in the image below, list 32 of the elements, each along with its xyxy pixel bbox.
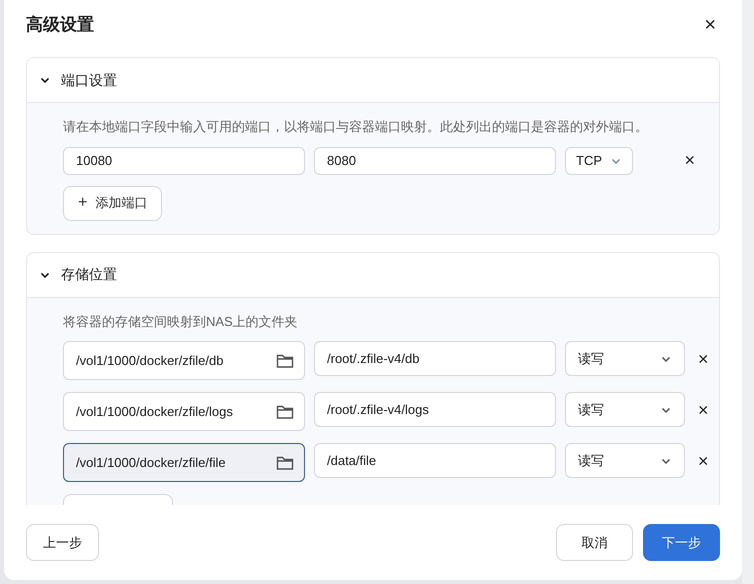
section-header[interactable]: 端口设置 [27, 58, 719, 103]
protocol-select[interactable]: TCP [565, 146, 633, 174]
description-text: 请在本地端口字段中输入可用的端口，以将端口与容器端口映射。此处列出的端口是容器的对外端口。 [63, 118, 649, 136]
container-path-field[interactable]: /root/.zfile-v4/logs [314, 392, 556, 427]
host-path-field[interactable]: /vol1/1000/docker/zfile/file [63, 443, 305, 482]
add-port-button[interactable]: + 添加端口 [63, 186, 162, 220]
host-path-field[interactable]: /vol1/1000/docker/zfile/logs [63, 392, 305, 431]
remove-button[interactable]: × [694, 452, 713, 470]
remove-button[interactable]: × [694, 401, 713, 419]
folder-icon[interactable] [276, 352, 294, 368]
mode-select[interactable]: 读写 [565, 443, 685, 478]
host-path-text: /vol1/1000/docker/zfile/file [76, 454, 226, 472]
container-path-field[interactable]: /data/file [314, 443, 556, 478]
cancel-button[interactable]: 取消 [556, 524, 633, 561]
close-button[interactable]: × [700, 15, 720, 35]
container-port-field[interactable]: 8080 [314, 146, 556, 174]
remove-button[interactable]: × [694, 350, 713, 368]
host-path-text: /vol1/1000/docker/zfile/logs [76, 402, 233, 421]
host-path-text: /vol1/1000/docker/zfile/db [76, 352, 224, 370]
mode-select[interactable]: 读写 [565, 341, 685, 376]
next-button[interactable]: 下一步 [643, 524, 720, 561]
description-text: 将容器的存储空间映射到NAS上的文件夹 [63, 312, 299, 330]
host-path-field[interactable]: /vol1/1000/docker/zfile/db [63, 341, 305, 380]
remove-button[interactable]: × [680, 150, 699, 168]
section-header[interactable]: 存储位置 [27, 252, 719, 298]
container-path-field[interactable]: /root/.zfile-v4/db [314, 341, 556, 376]
dialog-title: 高级设置 [26, 14, 94, 36]
folder-icon[interactable] [276, 404, 294, 420]
back-button[interactable]: 上一步 [26, 524, 99, 561]
local-port-field[interactable]: 10080 [63, 146, 305, 174]
mode-select[interactable]: 读写 [565, 392, 685, 427]
folder-icon[interactable] [276, 454, 294, 470]
